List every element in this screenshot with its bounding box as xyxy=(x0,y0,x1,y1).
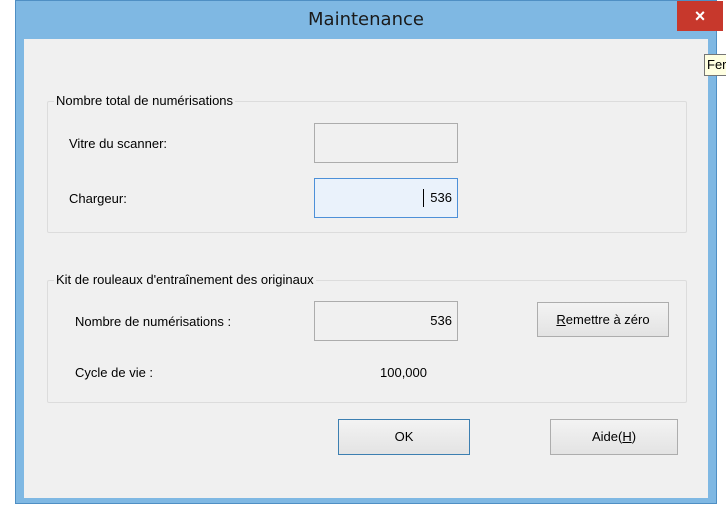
close-icon: × xyxy=(694,6,706,26)
maintenance-dialog: Maintenance × Nombre total de numérisati… xyxy=(15,0,723,504)
scan-count-field: 536 xyxy=(314,301,458,341)
close-button[interactable]: × xyxy=(677,1,723,31)
close-tooltip: Fermer xyxy=(704,54,726,76)
life-cycle-value: 100,000 xyxy=(380,365,427,380)
dialog-title: Maintenance xyxy=(308,9,424,30)
scan-count-label: Nombre de numérisations : xyxy=(75,314,232,329)
ok-label: OK xyxy=(394,429,414,444)
reset-accel: R xyxy=(556,312,566,327)
life-cycle-label: Cycle de vie : xyxy=(75,365,154,380)
ok-button[interactable]: OK xyxy=(338,419,470,455)
reset-label: emettre à zéro xyxy=(565,312,650,327)
scanner-glass-field[interactable] xyxy=(314,123,458,163)
text-caret xyxy=(423,189,424,207)
feeder-field[interactable]: 536 xyxy=(314,178,458,218)
roller-kit-group: Kit de rouleaux d'entraînement des origi… xyxy=(47,272,687,403)
reset-button[interactable]: Remettre à zéro xyxy=(537,302,669,337)
help-label: Aide( xyxy=(591,429,623,444)
total-scans-group-title: Nombre total de numérisations xyxy=(54,93,236,109)
dialog-content: Nombre total de numérisations Vitre du s… xyxy=(24,39,708,498)
feeder-label: Chargeur: xyxy=(69,191,127,206)
roller-kit-group-title: Kit de rouleaux d'entraînement des origi… xyxy=(54,272,316,288)
total-scans-group: Nombre total de numérisations Vitre du s… xyxy=(47,93,687,233)
help-accel: H xyxy=(622,429,632,444)
feeder-value: 536 xyxy=(430,190,452,205)
title-bar[interactable]: Maintenance × xyxy=(16,1,723,39)
scanner-glass-label: Vitre du scanner: xyxy=(69,136,168,151)
help-button[interactable]: Aide(H) xyxy=(550,419,678,455)
help-label-close: ) xyxy=(631,429,637,444)
